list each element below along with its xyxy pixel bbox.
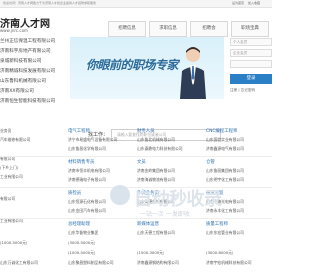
list-item[interactable]: 济南德瑞电子有限公司 xyxy=(68,177,106,183)
list-item[interactable]: 山东聚昌塑料制品有限公司 xyxy=(68,260,114,266)
list-item[interactable]: 济南精诚科技发展有限公司 xyxy=(0,68,64,74)
list-item[interactable]: 山东金田汽车有限公司 xyxy=(68,208,106,214)
job-column-1: 业务员 汽车维修有限公司 有限公司 (下乡上门) 工业有限公司 有限公司 工业有… xyxy=(0,126,66,272)
top-notice: 欢迎访问！济南人才网致力于为济南人才和企业提供人才招聘求职服务 xyxy=(3,1,97,5)
list-item[interactable]: 工业有限公司 xyxy=(0,174,23,180)
job-category[interactable]: 质检员 xyxy=(68,190,81,196)
watermark-logo-icon xyxy=(110,185,130,205)
list-item[interactable]: 济南恒生智能科技有限公司 xyxy=(0,98,64,104)
list-item[interactable]: 济南宇宏机械科技有限公司 xyxy=(206,260,252,266)
featured-company-list: 兰州正信保温工程有限公司 济南科宇房地产有限公司 泉城新科技有限公司 济南精诚科… xyxy=(0,36,64,120)
list-item[interactable]: 济南鑫源电气有限公司 xyxy=(206,146,244,152)
list-item[interactable]: 山东华鲁物业集团 xyxy=(68,230,98,236)
list-item[interactable]: (3000-8000元) xyxy=(206,250,233,256)
captcha-field[interactable] xyxy=(230,60,272,68)
job-category[interactable]: 材料销售专员 xyxy=(68,159,94,165)
list-item[interactable]: 汽车维修有限公司 xyxy=(0,137,30,143)
list-item[interactable]: 山东恒源石化有限公司 xyxy=(68,199,106,205)
list-item[interactable]: (1000-5000元) xyxy=(68,250,95,256)
password-field[interactable]: 企业会员 xyxy=(230,49,272,57)
list-item[interactable]: (下乡上门) xyxy=(0,165,18,171)
job-category[interactable]: 电气工程师 xyxy=(68,128,90,134)
nav-jobs[interactable]: 招聘信息 xyxy=(108,21,146,37)
list-item[interactable]: 山东鲁北机械有限公司 xyxy=(137,137,175,143)
list-item[interactable]: 济南XX有限公司 xyxy=(0,88,64,94)
list-item[interactable]: 济宁市易盛电气设备有限公司 xyxy=(68,137,117,143)
nav-career-guide[interactable]: 职场宝典 xyxy=(231,21,269,37)
top-bar: 欢迎访问！济南人才网致力于为济南人才和企业提供人才招聘求职服务 设为首页 加入收… xyxy=(0,0,272,8)
list-item[interactable]: 济南科宇房地产有限公司 xyxy=(0,48,64,54)
nav-resumes[interactable]: 求职信息 xyxy=(149,21,187,37)
list-item[interactable]: 山东鲁丽集团有限公司 xyxy=(206,168,244,174)
add-favorite-link[interactable]: 加入收藏 xyxy=(248,1,260,5)
row-divider xyxy=(0,156,272,157)
header: 济南人才网 www.jnrc.com 招聘信息 求职信息 招聘会 职场宝典 xyxy=(0,8,272,37)
watermark-title: 自动秒收录 xyxy=(134,189,222,210)
list-item[interactable]: 兰州正信保温工程有限公司 xyxy=(0,38,64,44)
watermark-overlay: 自动秒收录 一站一次 一发即收 xyxy=(110,183,270,233)
set-homepage-link[interactable]: 设为首页 xyxy=(232,1,244,5)
list-item[interactable]: 业务员 xyxy=(0,128,11,134)
list-item[interactable]: 济南鑫源钢结构有限公司 xyxy=(137,260,179,266)
job-category[interactable]: CNC编程工程师 xyxy=(206,128,237,134)
list-item[interactable]: 泉城新科技有限公司 xyxy=(0,58,64,64)
login-links[interactable]: 注册 | 忘记密码 xyxy=(230,88,255,93)
list-item[interactable]: (3000-5000元) xyxy=(68,240,95,246)
list-item[interactable]: 济南市恒丰机电有限公司 xyxy=(68,168,110,174)
job-category[interactable]: 财务人员 xyxy=(137,128,155,134)
list-item[interactable]: 山东国信实业有限公司 xyxy=(206,137,244,143)
top-links: 设为首页 加入收藏 xyxy=(229,0,260,7)
login-panel: 个人会员 企业会员 登录 注册 | 忘记密码 xyxy=(230,38,272,108)
list-item[interactable]: 山东鲁科机械有限公司 xyxy=(0,78,64,84)
username-field[interactable]: 个人会员 xyxy=(230,38,272,46)
banner-image: 你眼前的职场专家 xyxy=(70,37,224,99)
watermark-subtitle: 一站一次 一发即收 xyxy=(140,211,190,218)
job-category[interactable]: 文员 xyxy=(137,159,146,165)
job-category[interactable]: 总经理助理 xyxy=(68,221,90,227)
businessman-illustration xyxy=(180,47,206,99)
job-category[interactable]: 仓管 xyxy=(206,159,215,165)
list-item[interactable]: 山东万诚化工有限公司 xyxy=(0,260,38,266)
list-item[interactable]: 山东泰鼎电力科技有限公司 xyxy=(137,146,183,152)
banner-slogan: 你眼前的职场专家 xyxy=(86,58,179,72)
nav-job-fair[interactable]: 招聘会 xyxy=(190,21,228,37)
list-item[interactable]: 有限公司 xyxy=(0,196,15,202)
list-item[interactable]: 济南金岭集团有限公司 xyxy=(137,168,175,174)
list-item[interactable]: (1500-3000元) xyxy=(137,250,164,256)
site-url: www.jnrc.com xyxy=(0,28,28,33)
login-button[interactable]: 登录 xyxy=(230,74,272,84)
list-item[interactable]: (1000-5000元) xyxy=(0,240,27,246)
list-item[interactable]: 山东鲁昌化学有限公司 xyxy=(68,146,106,152)
